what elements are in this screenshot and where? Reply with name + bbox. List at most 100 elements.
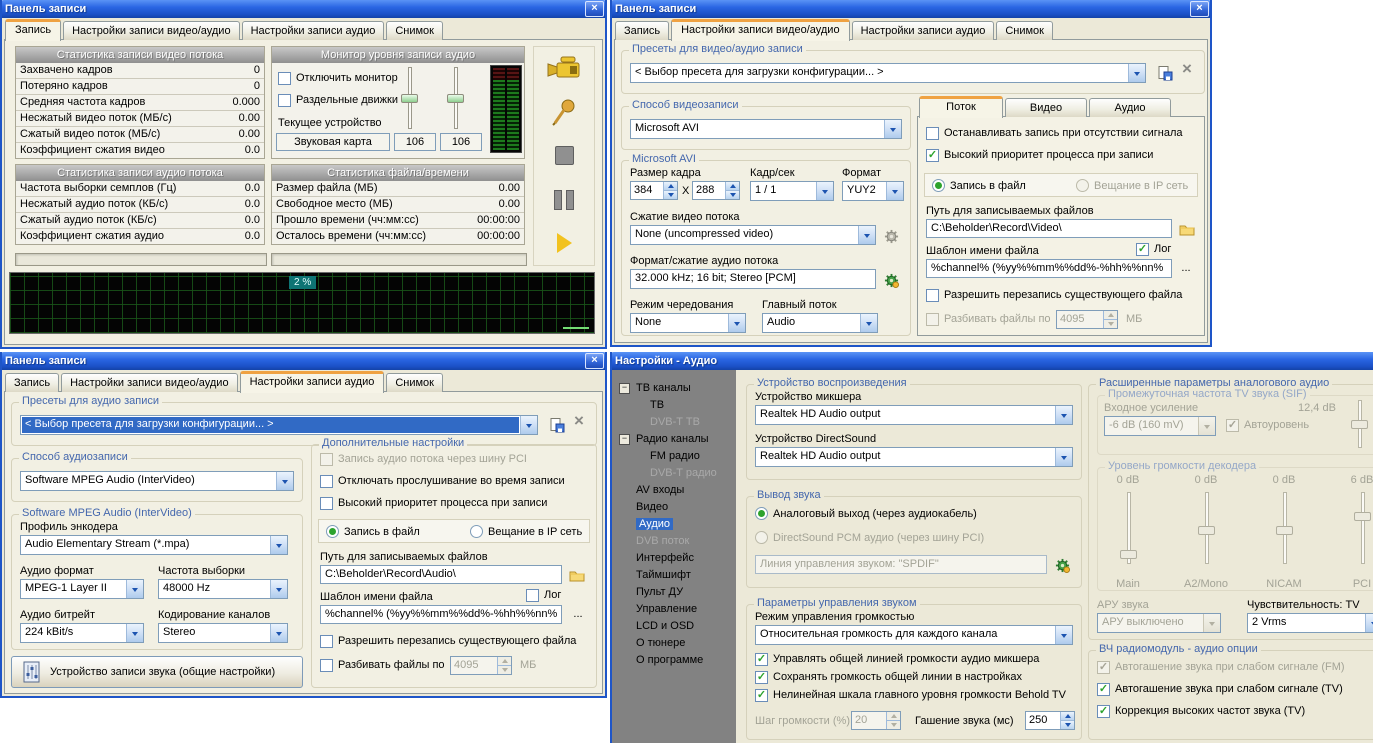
- fps-select[interactable]: 1 / 1: [750, 181, 834, 201]
- tab-video-audio-settings[interactable]: Настройки записи видео/аудио: [671, 19, 849, 41]
- nonlinear-scale-checkbox[interactable]: ✓Нелинейная шкала главного уровня громко…: [755, 689, 1066, 702]
- tree-item-interface[interactable]: Интерфейс: [612, 550, 736, 567]
- collapse-icon[interactable]: −: [619, 434, 630, 445]
- frame-height-stepper[interactable]: 288: [692, 181, 740, 200]
- pause-button[interactable]: [544, 183, 584, 217]
- master-stream-select[interactable]: Audio: [762, 313, 878, 333]
- tree-item-video[interactable]: Видео: [612, 499, 736, 516]
- audio-method-select[interactable]: Software MPEG Audio (InterVideo): [20, 471, 294, 491]
- audio-codec-config-button[interactable]: [882, 271, 900, 289]
- tree-item-audio[interactable]: Аудио: [612, 516, 736, 533]
- delete-preset-button[interactable]: ×: [574, 411, 584, 431]
- sound-device-button[interactable]: Устройство записи звука (общие настройки…: [11, 656, 303, 688]
- save-preset-button[interactable]: [1156, 64, 1174, 82]
- chevron-down-icon[interactable]: [126, 580, 143, 598]
- preset-select[interactable]: < Выбор пресета для загрузки конфигураци…: [20, 415, 538, 435]
- tab-snapshot[interactable]: Снимок: [996, 21, 1053, 40]
- save-preset-button[interactable]: [548, 416, 566, 434]
- tab-snapshot[interactable]: Снимок: [386, 373, 443, 392]
- tab-record[interactable]: Запись: [5, 373, 59, 392]
- tab-video-audio-settings[interactable]: Настройки записи видео/аудио: [61, 373, 237, 392]
- tv-hf-correction-checkbox[interactable]: ✓Коррекция высоких частот звука (TV): [1097, 705, 1305, 718]
- broadcast-ip-radio[interactable]: Вещание в IP сеть: [470, 525, 582, 538]
- titlebar[interactable]: Панель записи ×: [0, 0, 607, 18]
- chevron-down-icon[interactable]: [860, 314, 877, 332]
- filename-template-field[interactable]: %channel% (%yy%%mm%%dd%-%hh%%nn%: [320, 605, 562, 624]
- analog-output-radio[interactable]: Аналоговый выход (через аудиокабель): [755, 507, 977, 520]
- split-files-checkbox[interactable]: Разбивать файлы по: [320, 659, 445, 672]
- directsound-device-select[interactable]: Realtek HD Audio output: [755, 447, 1073, 467]
- tree-item-av-inputs[interactable]: AV входы: [612, 482, 736, 499]
- sensitivity-select[interactable]: 2 Vrms: [1247, 613, 1373, 633]
- chevron-down-icon[interactable]: [816, 182, 833, 200]
- collapse-icon[interactable]: −: [619, 383, 630, 394]
- browse-folder-button[interactable]: [568, 566, 586, 584]
- subtab-video[interactable]: Видео: [1005, 98, 1087, 117]
- tv-auto-mute-checkbox[interactable]: ✓Автогашение звука при слабом сигнале (T…: [1097, 683, 1343, 696]
- template-more-button[interactable]: ...: [568, 608, 588, 626]
- titlebar[interactable]: Панель записи ×: [0, 352, 607, 370]
- chevron-down-icon[interactable]: [728, 314, 745, 332]
- mixer-device-select[interactable]: Realtek HD Audio output: [755, 405, 1073, 425]
- tree-item-control[interactable]: Управление: [612, 601, 736, 618]
- tab-audio-settings[interactable]: Настройки записи аудио: [242, 21, 385, 40]
- log-checkbox[interactable]: Лог: [526, 589, 561, 602]
- play-button[interactable]: [544, 226, 584, 260]
- separate-sliders-checkbox[interactable]: Раздельные движки: [278, 94, 398, 107]
- video-method-select[interactable]: Microsoft AVI: [630, 119, 902, 139]
- encoder-profile-select[interactable]: Audio Elementary Stream (*.mpa): [20, 535, 288, 555]
- disable-monitor-checkbox[interactable]: Отключить монитор: [278, 72, 398, 85]
- chevron-down-icon[interactable]: [1128, 64, 1145, 82]
- mute-delay-stepper[interactable]: 250: [1025, 711, 1075, 730]
- checkbox-box[interactable]: [278, 94, 291, 107]
- chevron-down-icon[interactable]: [1365, 614, 1373, 632]
- chevron-down-icon[interactable]: [270, 624, 287, 642]
- preset-select[interactable]: < Выбор пресета для загрузки конфигураци…: [630, 63, 1146, 83]
- record-path-field[interactable]: C:\Beholder\Record\Video\: [926, 219, 1172, 238]
- tab-video-audio-settings[interactable]: Настройки записи видео/аудио: [63, 21, 239, 40]
- tree-item-radio-channels[interactable]: −Радио каналы: [612, 431, 736, 448]
- chevron-down-icon[interactable]: [270, 536, 287, 554]
- chevron-down-icon[interactable]: [276, 472, 293, 490]
- chevron-down-icon[interactable]: [520, 416, 537, 434]
- tree-item-fm-radio[interactable]: FM радио: [612, 448, 736, 465]
- record-to-file-radio[interactable]: Запись в файл: [326, 525, 420, 538]
- delete-preset-button[interactable]: ×: [1182, 59, 1192, 79]
- record-audio-button[interactable]: [544, 95, 584, 129]
- chevron-down-icon[interactable]: [886, 182, 903, 200]
- tab-audio-settings[interactable]: Настройки записи аудио: [240, 371, 385, 393]
- record-to-file-radio[interactable]: Запись в файл: [932, 179, 1026, 192]
- tree-item-tv-channels[interactable]: −ТВ каналы: [612, 380, 736, 397]
- tab-record[interactable]: Запись: [5, 19, 61, 41]
- volume-mode-select[interactable]: Относительная громкость для каждого кана…: [755, 625, 1073, 645]
- titlebar[interactable]: Панель записи ×: [610, 0, 1212, 18]
- tree-item-timeshift[interactable]: Таймшифт: [612, 567, 736, 584]
- subtab-stream[interactable]: Поток: [919, 96, 1003, 118]
- audio-format-select[interactable]: MPEG-1 Layer II: [20, 579, 144, 599]
- subtab-audio[interactable]: Аудио: [1089, 98, 1171, 117]
- channel-coding-select[interactable]: Stereo: [158, 623, 288, 643]
- high-priority-checkbox[interactable]: Высокий приоритет процесса при записи: [320, 497, 547, 510]
- tree-item-remote[interactable]: Пульт ДУ: [612, 584, 736, 601]
- chevron-down-icon[interactable]: [270, 580, 287, 598]
- video-compression-select[interactable]: None (uncompressed video): [630, 225, 876, 245]
- template-more-button[interactable]: ...: [1176, 262, 1196, 280]
- browse-folder-button[interactable]: [1178, 220, 1196, 238]
- filename-template-field[interactable]: %channel% (%yy%%mm%%dd%-%hh%%nn%: [926, 259, 1172, 278]
- tree-item-lcd-osd[interactable]: LCD и OSD: [612, 618, 736, 635]
- tree-item-about-tuner[interactable]: О тюнере: [612, 635, 736, 652]
- high-priority-checkbox[interactable]: ✓Высокий приоритет процесса при записи: [926, 149, 1153, 162]
- mute-while-recording-checkbox[interactable]: Отключать прослушивание во время записи: [320, 475, 565, 488]
- record-video-button[interactable]: [544, 52, 584, 86]
- frame-width-stepper[interactable]: 384: [630, 181, 678, 200]
- record-path-field[interactable]: C:\Beholder\Record\Audio\: [320, 565, 562, 584]
- bitrate-select[interactable]: 224 kBit/s: [20, 623, 144, 643]
- chevron-down-icon[interactable]: [858, 226, 875, 244]
- stop-on-no-signal-checkbox[interactable]: Останавливать запись при отсутствии сигн…: [926, 127, 1183, 140]
- sound-line-config-button[interactable]: [1053, 556, 1071, 574]
- chevron-down-icon[interactable]: [884, 120, 901, 138]
- titlebar[interactable]: Настройки - Аудио: [610, 352, 1373, 370]
- overwrite-checkbox[interactable]: Разрешить перезапись существующего файла: [926, 289, 1182, 302]
- chevron-down-icon[interactable]: [126, 624, 143, 642]
- stop-button[interactable]: [544, 139, 584, 173]
